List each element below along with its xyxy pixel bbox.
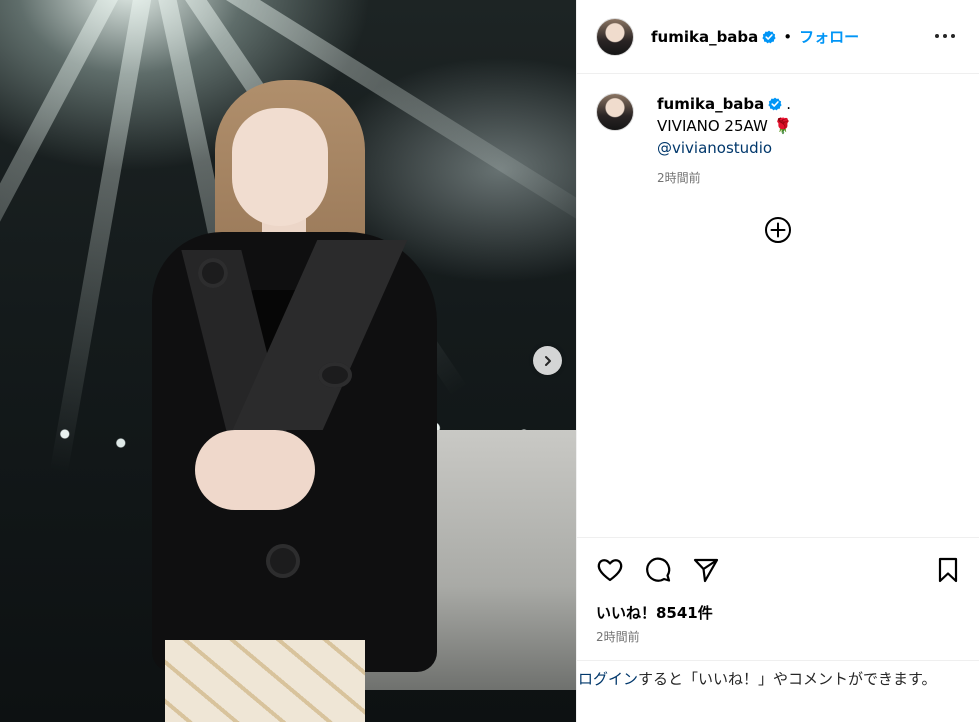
caption-username[interactable]: fumika_baba bbox=[657, 93, 764, 115]
model-skirt bbox=[165, 640, 365, 722]
mention-link[interactable]: @vivianostudio bbox=[657, 137, 772, 159]
like-count[interactable]: いいね！8541件 bbox=[596, 602, 713, 623]
more-options-button[interactable] bbox=[934, 25, 956, 47]
more-options-icon bbox=[935, 34, 955, 38]
avatar[interactable] bbox=[596, 17, 634, 56]
login-prompt: ログインすると「いいね！」やコメントができます。 bbox=[577, 660, 979, 722]
model-hands bbox=[195, 430, 315, 510]
plus-circle-icon bbox=[765, 217, 791, 243]
caption-timestamp: 2時間前 bbox=[657, 171, 701, 185]
comment-icon bbox=[646, 557, 671, 582]
caption-text: VIVIANO 25AW bbox=[657, 117, 768, 135]
login-link[interactable]: ログイン bbox=[578, 670, 638, 688]
add-comment-button[interactable] bbox=[763, 215, 793, 245]
share-button[interactable] bbox=[691, 555, 721, 585]
avatar[interactable] bbox=[596, 93, 634, 131]
comment-button[interactable] bbox=[643, 555, 673, 585]
model-face bbox=[232, 108, 328, 226]
rose-appliqué bbox=[318, 362, 352, 388]
next-photo-button[interactable] bbox=[533, 346, 562, 375]
caption-body: fumika_baba . VIVIANO 25AW 🌹 @vivianostu… bbox=[657, 93, 957, 189]
save-button[interactable] bbox=[933, 555, 963, 585]
separator-dot: • bbox=[783, 27, 793, 46]
verified-badge-icon bbox=[768, 97, 782, 111]
verified-badge-icon bbox=[762, 30, 776, 44]
rose-appliqué bbox=[266, 544, 300, 578]
action-bar bbox=[577, 537, 979, 597]
bookmark-icon bbox=[938, 557, 958, 583]
post-header: fumika_baba • フォロー bbox=[577, 0, 979, 74]
chevron-right-icon bbox=[544, 355, 551, 366]
post-timestamp[interactable]: 2時間前 bbox=[596, 628, 640, 645]
heart-icon bbox=[597, 559, 623, 582]
post-photo[interactable] bbox=[0, 0, 576, 722]
username-link[interactable]: fumika_baba bbox=[651, 28, 758, 46]
rose-appliqué bbox=[198, 258, 228, 288]
like-button[interactable] bbox=[595, 555, 625, 585]
post-sidebar: fumika_baba • フォロー fumika_baba . VIVIANO… bbox=[576, 0, 979, 722]
login-prompt-text: すると「いいね！」やコメントができます。 bbox=[638, 670, 937, 688]
caption-dot: . bbox=[786, 95, 792, 113]
rose-emoji: 🌹 bbox=[773, 117, 793, 135]
follow-button[interactable]: フォロー bbox=[799, 26, 859, 47]
send-icon bbox=[693, 558, 719, 583]
